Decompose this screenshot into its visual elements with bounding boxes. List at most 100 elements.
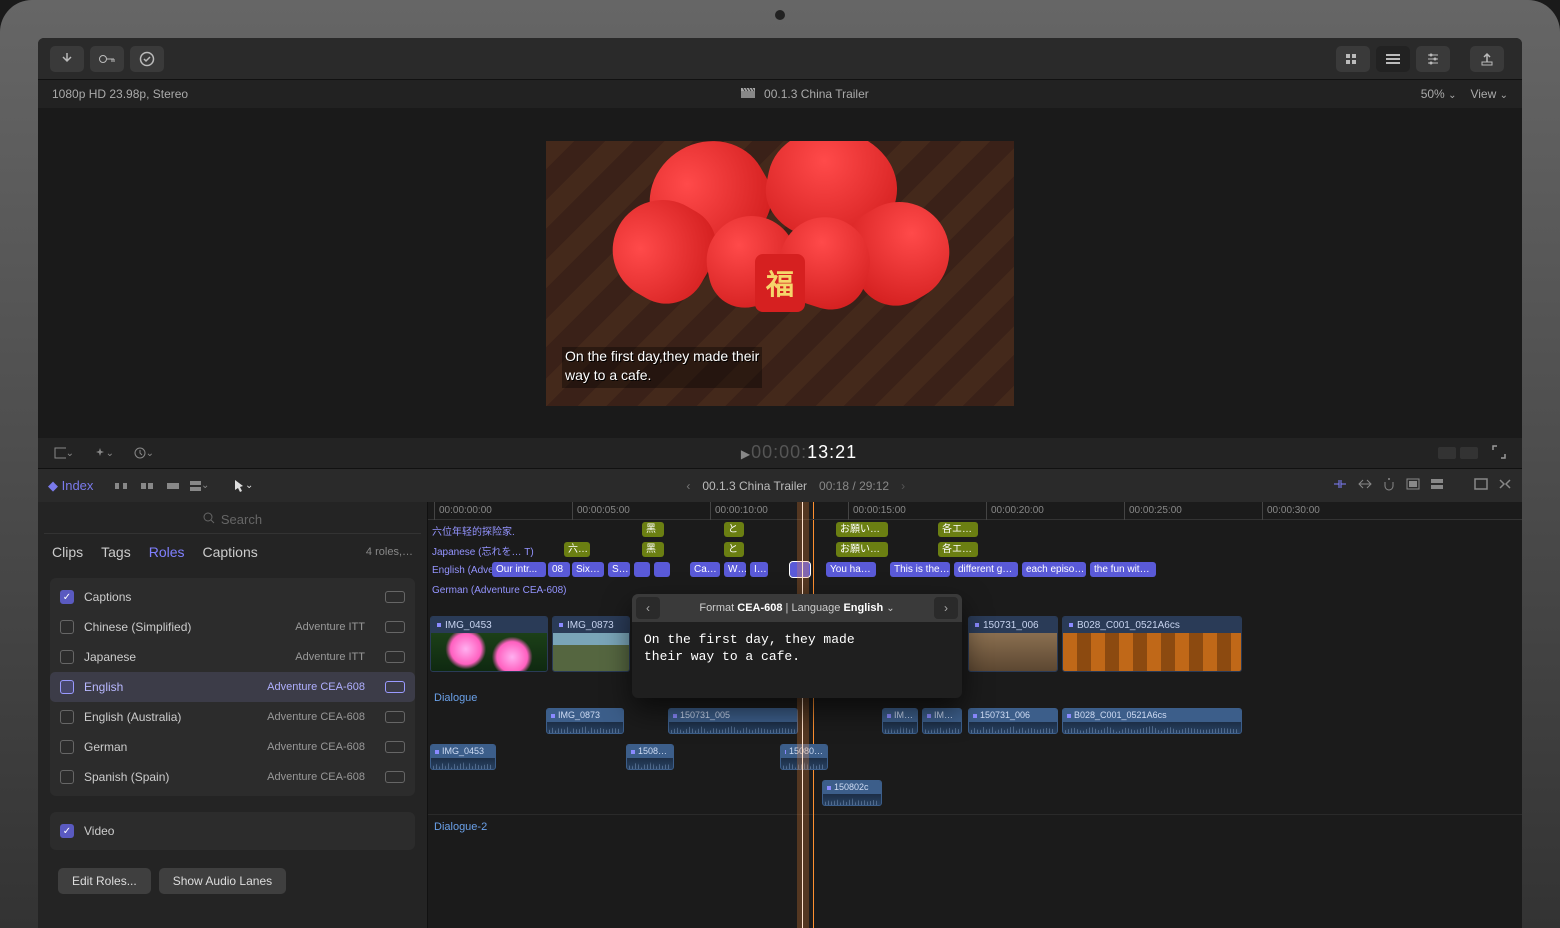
caption-pill[interactable]: Ca… bbox=[690, 562, 720, 577]
role-row-english-au[interactable]: English (Australia) Adventure CEA-608 bbox=[50, 702, 415, 732]
transform-tool-dropdown[interactable]: ⌄ bbox=[54, 445, 74, 461]
role-checkbox[interactable] bbox=[60, 680, 74, 694]
role-lane-icon[interactable] bbox=[385, 621, 405, 633]
caption-pill[interactable]: You ha… bbox=[826, 562, 876, 577]
video-clip[interactable]: 150731_006 bbox=[968, 616, 1058, 672]
role-checkbox[interactable] bbox=[60, 650, 74, 664]
list-view-button[interactable] bbox=[1376, 46, 1410, 72]
color-scope-button[interactable] bbox=[1438, 447, 1456, 459]
caption-pill[interactable]: This is the… bbox=[890, 562, 950, 577]
caption-pill[interactable]: 各エ… bbox=[938, 522, 978, 537]
show-audio-lanes-button[interactable]: Show Audio Lanes bbox=[159, 868, 286, 894]
caption-pill[interactable]: 各エ… bbox=[938, 542, 978, 557]
caption-format-info[interactable]: Format CEA-608 | Language English ⌄ bbox=[664, 602, 930, 614]
caption-pill[interactable]: I… bbox=[750, 562, 768, 577]
role-lane-icon[interactable] bbox=[385, 681, 405, 693]
audio-clip[interactable]: 1508… bbox=[626, 744, 674, 770]
audio-clip[interactable]: IMG_0453 bbox=[430, 744, 496, 770]
select-tool-dropdown[interactable]: ⌄ bbox=[233, 478, 253, 494]
role-checkbox[interactable] bbox=[60, 710, 74, 724]
import-button[interactable] bbox=[50, 46, 84, 72]
video-checkbox[interactable] bbox=[60, 824, 74, 838]
caption-pill[interactable]: 08 bbox=[548, 562, 570, 577]
role-checkbox[interactable] bbox=[60, 740, 74, 754]
snapping-icon[interactable] bbox=[1332, 478, 1348, 493]
role-lane-icon[interactable] bbox=[385, 711, 405, 723]
role-checkbox[interactable] bbox=[60, 620, 74, 634]
timeline-index-toggle[interactable]: ◆ Index bbox=[48, 478, 93, 494]
caption-pill[interactable]: each episo… bbox=[1022, 562, 1086, 577]
playhead[interactable] bbox=[802, 502, 803, 928]
audio-clip[interactable]: IM… bbox=[922, 708, 962, 734]
caption-pill[interactable]: お願い… bbox=[836, 522, 888, 537]
timeline-area[interactable]: 00:00:00:00 00:00:05:00 00:00:10:00 00:0… bbox=[428, 502, 1522, 928]
enhance-tool-dropdown[interactable]: ⌄ bbox=[94, 445, 114, 461]
zoom-dropdown[interactable]: 50% ⌄ bbox=[1421, 87, 1457, 101]
timeline-prev-button[interactable]: ‹ bbox=[686, 479, 690, 493]
role-lane-icon[interactable] bbox=[385, 591, 405, 603]
share-button[interactable] bbox=[1470, 46, 1504, 72]
retime-tool-dropdown[interactable]: ⌄ bbox=[134, 445, 154, 461]
video-clip[interactable]: IMG_0453 bbox=[430, 616, 548, 672]
edit-roles-button[interactable]: Edit Roles... bbox=[58, 868, 151, 894]
caption-text-editor[interactable]: On the first day, they made their way to… bbox=[632, 622, 962, 698]
connect-clip-dropdown[interactable]: ⌄ bbox=[189, 478, 209, 494]
tab-tags[interactable]: Tags bbox=[101, 544, 131, 560]
caption-pill[interactable]: S… bbox=[608, 562, 630, 577]
color-scope-button-2[interactable] bbox=[1460, 447, 1478, 459]
caption-pill[interactable]: と bbox=[724, 542, 744, 557]
role-row-japanese[interactable]: Japanese Adventure ITT bbox=[50, 642, 415, 672]
overwrite-clip-button[interactable] bbox=[163, 478, 183, 494]
audio-skimming-icon[interactable] bbox=[1382, 477, 1396, 494]
video-clip[interactable]: IMG_0873 bbox=[552, 616, 630, 672]
timeline-effects-icon[interactable] bbox=[1498, 478, 1512, 493]
caption-pill[interactable]: different g… bbox=[954, 562, 1018, 577]
caption-pill[interactable]: the fun wit… bbox=[1090, 562, 1156, 577]
role-checkbox[interactable] bbox=[60, 770, 74, 784]
role-row-chinese[interactable]: Chinese (Simplified) Adventure ITT bbox=[50, 612, 415, 642]
captions-header-row[interactable]: Captions bbox=[50, 582, 415, 612]
caption-pill[interactable] bbox=[654, 562, 670, 577]
role-lane-icon[interactable] bbox=[385, 741, 405, 753]
tab-captions[interactable]: Captions bbox=[203, 544, 258, 560]
caption-pill[interactable]: お願い… bbox=[836, 542, 888, 557]
role-row-spanish[interactable]: Spanish (Spain) Adventure CEA-608 bbox=[50, 762, 415, 792]
captions-checkbox[interactable] bbox=[60, 590, 74, 604]
background-tasks-button[interactable] bbox=[130, 46, 164, 72]
caption-pill[interactable]: 六… bbox=[564, 542, 590, 557]
search-input[interactable]: Search bbox=[44, 506, 421, 534]
clip-appearance-button[interactable] bbox=[1336, 46, 1370, 72]
caption-pill[interactable]: 黑 bbox=[642, 522, 664, 537]
role-row-english[interactable]: English Adventure CEA-608 bbox=[50, 672, 415, 702]
tab-roles[interactable]: Roles bbox=[149, 544, 185, 560]
audio-clip[interactable]: 150731_006 bbox=[968, 708, 1058, 734]
caption-pill[interactable]: Six… bbox=[572, 562, 604, 577]
append-clip-button[interactable] bbox=[137, 478, 157, 494]
inspector-settings-button[interactable] bbox=[1416, 46, 1450, 72]
timeline-window-icon[interactable] bbox=[1474, 478, 1488, 493]
timeline-next-button[interactable]: › bbox=[901, 479, 905, 493]
audio-clip[interactable]: B028_C001_0521A6cs bbox=[1062, 708, 1242, 734]
audio-clip[interactable]: IMG_0873 bbox=[546, 708, 624, 734]
caption-pill[interactable]: Our intr... bbox=[492, 562, 546, 577]
solo-icon[interactable] bbox=[1406, 478, 1420, 493]
audio-clip[interactable]: 150802c bbox=[822, 780, 882, 806]
audio-clip[interactable]: IM… bbox=[882, 708, 918, 734]
view-dropdown[interactable]: View ⌄ bbox=[1470, 87, 1508, 101]
video-clip[interactable]: B028_C001_0521A6cs bbox=[1062, 616, 1242, 672]
role-row-german[interactable]: German Adventure CEA-608 bbox=[50, 732, 415, 762]
caption-pill[interactable]: W… bbox=[724, 562, 746, 577]
caption-pill[interactable]: 黑 bbox=[642, 542, 664, 557]
fullscreen-button[interactable] bbox=[1492, 445, 1506, 462]
insert-clip-button[interactable] bbox=[111, 478, 131, 494]
audio-clip[interactable]: 150731_005 bbox=[668, 708, 798, 734]
role-lane-icon[interactable] bbox=[385, 651, 405, 663]
skimming-icon[interactable] bbox=[1358, 478, 1372, 493]
tab-clips[interactable]: Clips bbox=[52, 544, 83, 560]
role-lane-icon[interactable] bbox=[385, 771, 405, 783]
caption-next-button[interactable]: › bbox=[934, 597, 958, 619]
timeline-ruler[interactable]: 00:00:00:00 00:00:05:00 00:00:10:00 00:0… bbox=[428, 502, 1522, 520]
caption-pill[interactable] bbox=[634, 562, 650, 577]
keyword-button[interactable] bbox=[90, 46, 124, 72]
clip-appearance-icon[interactable] bbox=[1430, 478, 1444, 493]
